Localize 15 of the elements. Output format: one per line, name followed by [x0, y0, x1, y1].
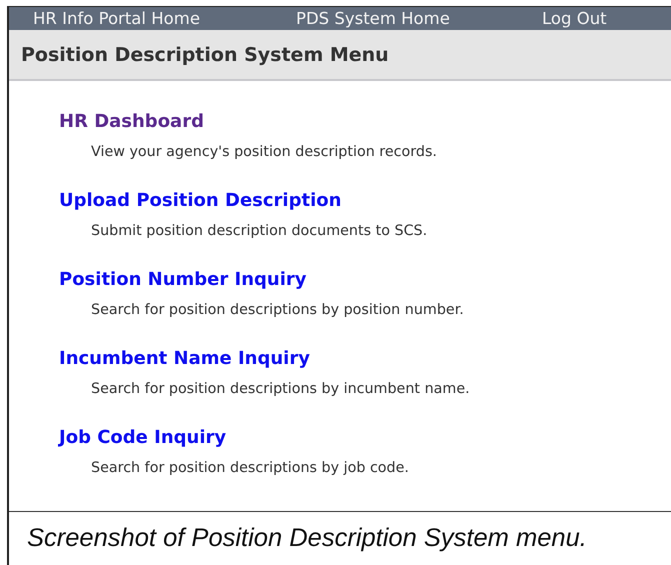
nav-link[interactable]: HR Info Portal Home — [33, 9, 296, 28]
nav-link[interactable]: PDS System Home — [296, 9, 542, 28]
figure-caption: Screenshot of Position Description System menu. — [27, 524, 587, 553]
page-title: Position Description System Menu — [21, 44, 389, 66]
menu-description: View your agency's position description records. — [91, 144, 438, 160]
menu-link[interactable]: Incumbent Name Inquiry — [59, 348, 310, 369]
menu-link[interactable]: Job Code Inquiry — [59, 427, 226, 448]
menu-link[interactable]: Position Number Inquiry — [59, 269, 307, 290]
menu-description: Submit position description documents to SCS. — [91, 223, 428, 239]
menu-link[interactable]: Upload Position Description — [59, 190, 342, 211]
menu-description: Search for position descriptions by incumbent name. — [91, 381, 471, 397]
menu-description: Search for position descriptions by job code. — [91, 460, 410, 476]
menu-description: Search for position descriptions by position number. — [91, 302, 465, 318]
nav-link[interactable]: Log Out — [542, 9, 607, 28]
menu-link[interactable]: HR Dashboard — [59, 111, 204, 132]
